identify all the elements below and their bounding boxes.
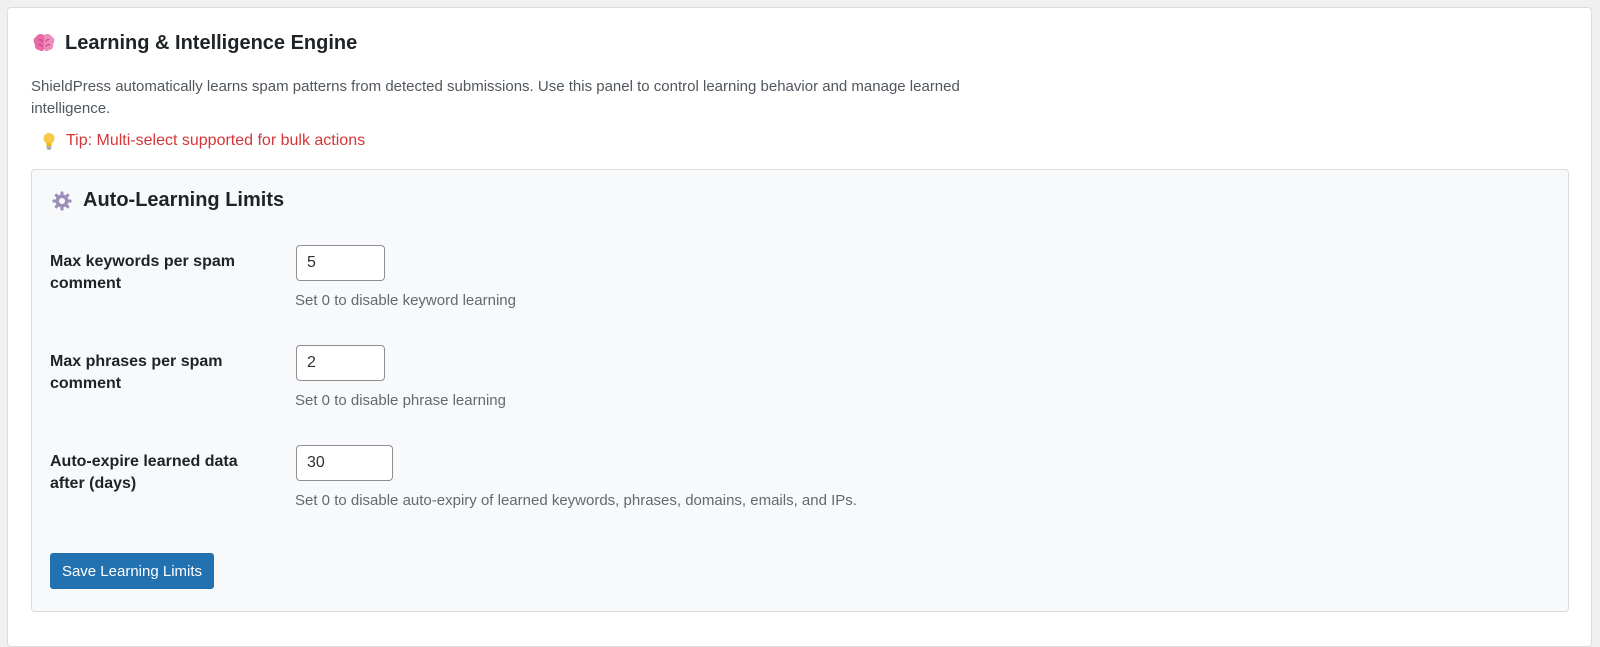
max-phrases-input[interactable] (296, 345, 385, 381)
max-phrases-label: Max phrases per spam comment (50, 353, 223, 392)
panel-title: Auto-Learning Limits (83, 189, 285, 211)
max-keywords-help: Set 0 to disable keyword learning (295, 292, 516, 309)
auto-expire-help: Set 0 to disable auto-expiry of learned … (295, 492, 857, 509)
max-phrases-help: Set 0 to disable phrase learning (295, 392, 506, 409)
brain-icon (33, 32, 55, 54)
max-keywords-label: Max keywords per spam comment (50, 253, 235, 292)
save-learning-limits-button[interactable]: Save Learning Limits (50, 553, 214, 589)
learning-engine-card: Learning & Intelligence Engine ShieldPre… (7, 7, 1592, 647)
card-description: ShieldPress automatically learns spam pa… (31, 78, 960, 117)
card-header: Learning & Intelligence Engine (33, 32, 357, 54)
auto-expire-label: Auto-expire learned data after (days) (50, 453, 238, 492)
panel-header: Auto-Learning Limits (51, 189, 284, 212)
lightbulb-icon (41, 132, 57, 150)
max-keywords-input[interactable] (296, 245, 385, 281)
card-title: Learning & Intelligence Engine (65, 32, 358, 54)
tip-text: Tip: Multi-select supported for bulk act… (66, 132, 366, 149)
tip-text-row: Tip: Multi-select supported for bulk act… (41, 132, 365, 150)
auto-expire-days-input[interactable] (296, 445, 393, 481)
gear-icon (51, 190, 73, 212)
auto-learning-limits-panel: Auto-Learning Limits Max keywords per sp… (31, 169, 1569, 612)
